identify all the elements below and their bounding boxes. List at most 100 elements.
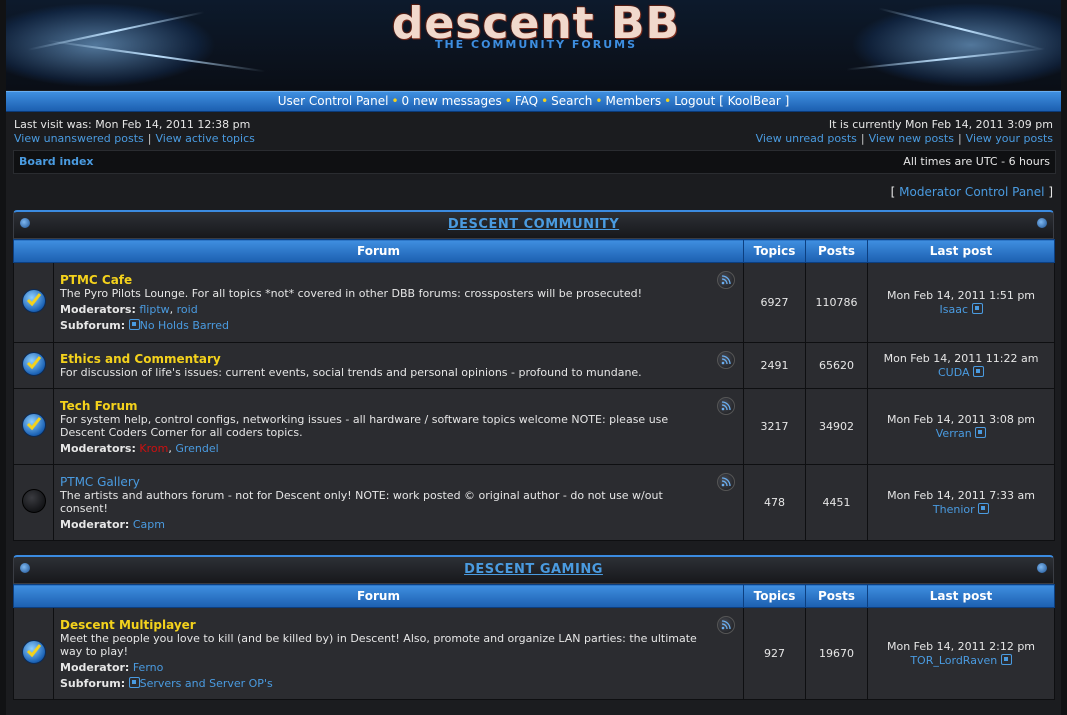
posts-count: 110786 — [805, 262, 869, 343]
moderator-link[interactable]: Grendel — [175, 442, 218, 455]
topics-count: 927 — [743, 607, 807, 700]
view-unread-link[interactable]: View unread posts — [756, 132, 857, 145]
last-post-author[interactable]: CUDA — [938, 366, 970, 379]
view-new-link[interactable]: View new posts — [869, 132, 954, 145]
moderator-cp-link[interactable]: Moderator Control Panel — [899, 185, 1044, 199]
nav-user-control-panel[interactable]: User Control Panel — [278, 94, 389, 108]
top-navbar: User Control Panel • 0 new messages • FAQ • Se… — [6, 91, 1061, 112]
col-forum: Forum — [12, 584, 745, 608]
posts-count: 19670 — [805, 607, 869, 700]
view-active-link[interactable]: View active topics — [155, 132, 254, 145]
forum-description: The Pyro Pilots Lounge. For all topics *… — [60, 287, 643, 300]
category-header: DESCENT GAMING — [13, 555, 1054, 584]
board-index-link[interactable]: Board index — [19, 151, 94, 173]
forum-title-link[interactable]: Tech Forum — [60, 399, 737, 413]
forum-row: PTMC Cafe The Pyro Pilots Lounge. For al… — [13, 262, 1056, 343]
forum-title-link[interactable]: Ethics and Commentary — [60, 352, 737, 366]
posts-count: 4451 — [805, 464, 869, 541]
forum-title-link[interactable]: Descent Multiplayer — [60, 618, 737, 632]
nav-faq[interactable]: FAQ — [515, 94, 538, 108]
current-time-text: It is currently Mon Feb 14, 2011 3:09 pm — [828, 118, 1053, 131]
moderators-label: Moderator: — [60, 517, 130, 531]
timezone-text: All times are UTC - 6 hours — [903, 155, 1050, 168]
subforum-icon — [128, 676, 140, 688]
category-descent-community: DESCENT COMMUNITY Forum Topics Posts Las… — [12, 210, 1056, 541]
col-posts: Posts — [805, 584, 869, 608]
moderator-link[interactable]: fliptw — [139, 303, 169, 316]
site-banner: descent BB THE COMMUNITY FORUMS — [6, 0, 1061, 90]
category-title[interactable]: DESCENT GAMING — [14, 562, 1053, 577]
col-last-post: Last post — [867, 239, 1056, 263]
forum-row: Ethics and Commentary For discussion of … — [13, 342, 1056, 389]
topics-count: 2491 — [743, 342, 807, 389]
moderators-label: Moderators: — [60, 303, 136, 316]
moderator-link[interactable]: Krom — [139, 442, 168, 455]
forum-row: Tech Forum For system help, control conf… — [13, 388, 1056, 465]
forum-title-link[interactable]: PTMC Gallery — [60, 475, 737, 489]
forum-read-icon — [21, 489, 46, 513]
forum-unread-icon — [21, 413, 46, 437]
subforum-label: Subforum: — [60, 676, 126, 690]
view-unanswered-link[interactable]: View unanswered posts — [14, 132, 144, 145]
rss-feed-icon[interactable] — [717, 271, 736, 289]
forum-row: Descent Multiplayer Meet the people you … — [13, 607, 1056, 700]
forum-title-link[interactable]: PTMC Cafe — [60, 273, 737, 287]
last-post-author[interactable]: Isaac — [940, 303, 969, 316]
forum-description: Meet the people you love to kill (and be… — [60, 631, 697, 658]
last-post-date: Mon Feb 14, 2011 1:51 pm — [886, 288, 1036, 302]
rss-feed-icon[interactable] — [717, 351, 736, 369]
forum-unread-icon — [21, 640, 46, 664]
last-post-author[interactable]: TOR_LordRaven — [910, 654, 997, 667]
moderators-label: Moderator: — [60, 660, 130, 674]
subforum-link[interactable]: Servers and Server OP's — [140, 677, 273, 690]
forum-description: For discussion of life's issues: current… — [60, 366, 642, 379]
site-tagline: THE COMMUNITY FORUMS — [434, 38, 638, 51]
last-post-author[interactable]: Verran — [936, 427, 972, 440]
category-title[interactable]: DESCENT COMMUNITY — [14, 217, 1053, 232]
category-header: DESCENT COMMUNITY — [13, 210, 1054, 239]
page-wrapper: descent BB THE COMMUNITY FORUMS User Con… — [6, 0, 1061, 715]
last-post-date: Mon Feb 14, 2011 2:12 pm — [886, 639, 1036, 653]
topics-count: 3217 — [743, 388, 807, 465]
moderator-link[interactable]: Capm — [133, 518, 165, 531]
subforum-icon — [128, 319, 140, 330]
view-latest-post-icon[interactable] — [1000, 653, 1012, 665]
subforum-label: Subforum: — [60, 319, 126, 332]
view-latest-post-icon[interactable] — [971, 302, 983, 314]
moderators-label: Moderators: — [60, 441, 136, 455]
view-your-posts-link[interactable]: View your posts — [966, 132, 1053, 145]
subforum-link[interactable]: No Holds Barred — [140, 319, 229, 332]
rss-feed-icon[interactable] — [717, 473, 736, 491]
col-posts: Posts — [805, 239, 869, 263]
rss-feed-icon[interactable] — [717, 616, 736, 634]
col-topics: Topics — [743, 239, 807, 263]
moderator-cp: [ Moderator Control Panel ] — [890, 185, 1053, 199]
category-descent-gaming: DESCENT GAMING Forum Topics Posts Last p… — [12, 555, 1056, 700]
forum-description: For system help, control configs, networ… — [60, 412, 669, 439]
col-topics: Topics — [743, 584, 807, 608]
nav-members[interactable]: Members — [605, 94, 661, 108]
view-latest-post-icon[interactable] — [975, 426, 987, 438]
moderator-link[interactable]: Ferno — [133, 661, 164, 674]
last-post-date: Mon Feb 14, 2011 7:33 am — [887, 488, 1035, 502]
posts-count: 34902 — [805, 388, 869, 465]
rss-feed-icon[interactable] — [717, 397, 736, 415]
forum-unread-icon — [21, 352, 46, 376]
nav-new-messages[interactable]: 0 new messages — [402, 94, 502, 108]
view-latest-post-icon[interactable] — [978, 502, 990, 514]
forum-description: The artists and authors forum - not for … — [60, 488, 663, 515]
forum-unread-icon — [21, 289, 46, 313]
col-last-post: Last post — [867, 584, 1056, 608]
nav-logout[interactable]: Logout [ KoolBear ] — [674, 94, 789, 108]
last-post-author[interactable]: Thenior — [933, 503, 975, 516]
nav-search[interactable]: Search — [551, 94, 592, 108]
posts-count: 65620 — [805, 342, 869, 389]
topics-count: 478 — [743, 464, 807, 541]
forum-row: PTMC Gallery The artists and authors for… — [13, 464, 1056, 541]
moderator-link[interactable]: roid — [177, 303, 198, 316]
forum-table: Forum Topics Posts Last post Descent Mul… — [12, 584, 1056, 700]
last-visit-text: Last visit was: Mon Feb 14, 2011 12:38 p… — [14, 118, 251, 131]
topics-count: 6927 — [743, 262, 807, 343]
view-latest-post-icon[interactable] — [973, 365, 985, 377]
col-forum: Forum — [12, 239, 745, 263]
